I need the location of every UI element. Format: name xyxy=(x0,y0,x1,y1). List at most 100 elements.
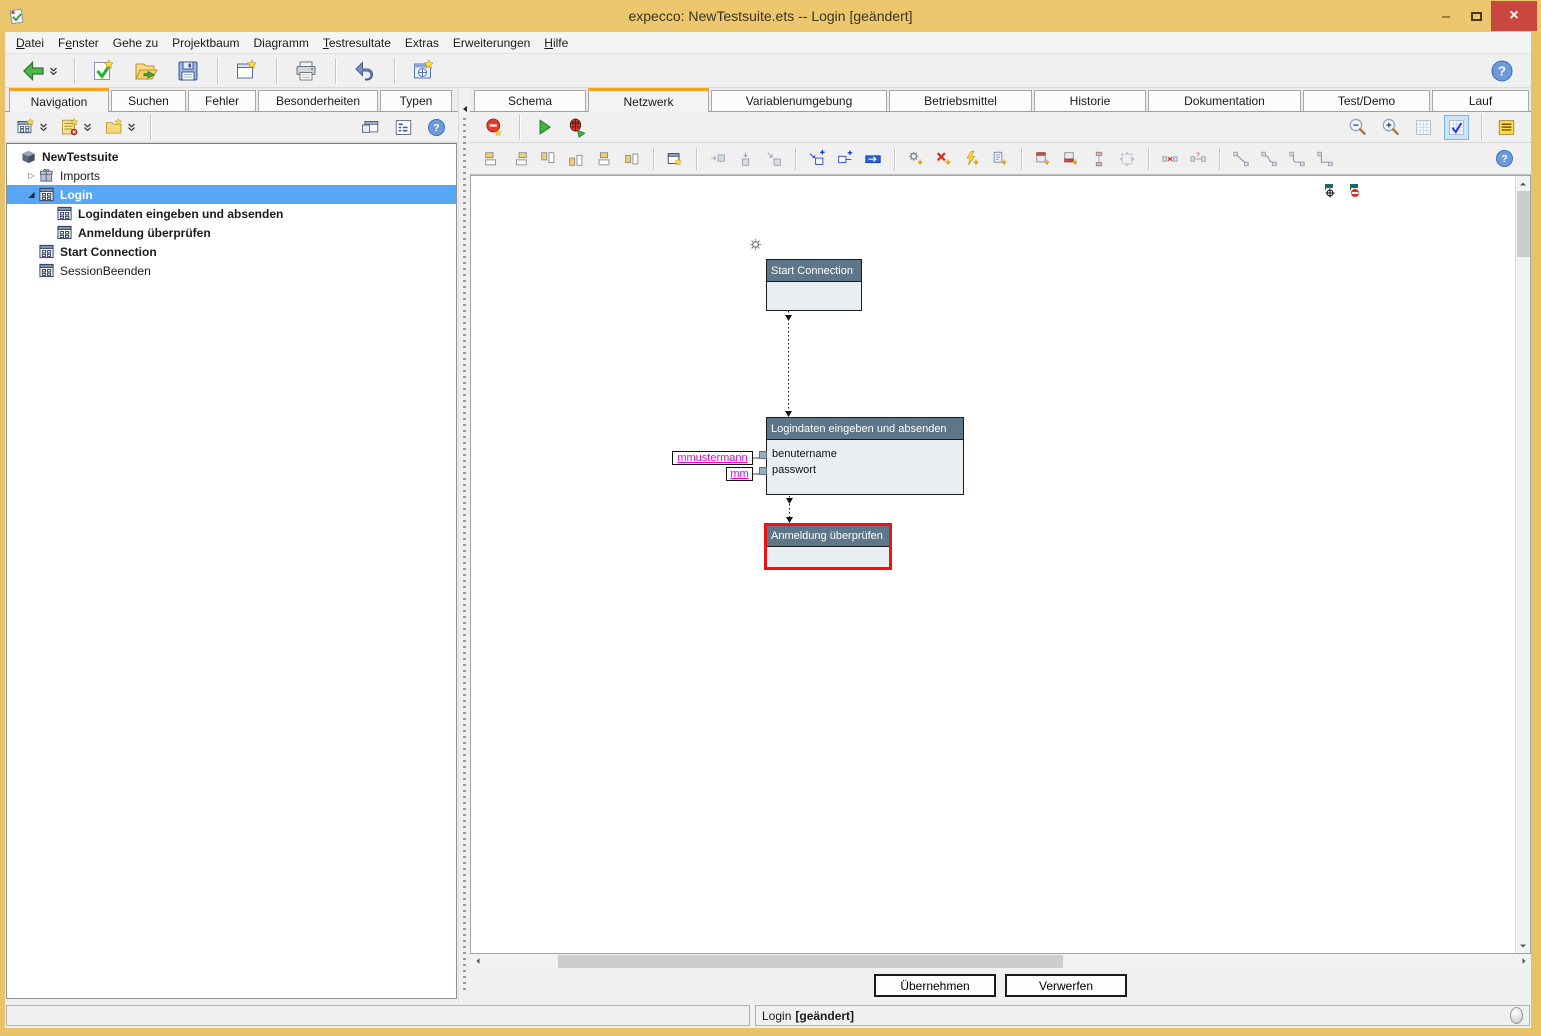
align-left-button[interactable] xyxy=(481,148,503,170)
scroll-right-icon[interactable] xyxy=(1516,954,1531,969)
pin-input-icon[interactable] xyxy=(1323,182,1337,198)
splitter-grip[interactable] xyxy=(463,118,466,993)
new-folder-button[interactable] xyxy=(102,115,138,140)
tab-besonderheiten[interactable]: Besonderheiten xyxy=(258,90,378,111)
tab-fehler[interactable]: Fehler xyxy=(188,90,256,111)
pin-top-button[interactable] xyxy=(1032,148,1054,170)
node-anmeldung[interactable]: Anmeldung überprüfen xyxy=(764,523,892,570)
add-input-pin-button[interactable] xyxy=(806,148,828,170)
menu-hilfe[interactable]: Hilfe xyxy=(537,33,575,53)
network-canvas[interactable]: Start Connection Logindaten eingeben und… xyxy=(471,176,1515,953)
tree-item-sessionbeenden[interactable]: SessionBeenden xyxy=(7,261,456,280)
tab-test-demo[interactable]: Test/Demo xyxy=(1303,90,1430,111)
add-resource-button[interactable] xyxy=(989,148,1011,170)
maximize-button[interactable] xyxy=(1461,2,1491,30)
add-output-pin-button[interactable] xyxy=(834,148,856,170)
panel-splitter[interactable] xyxy=(458,88,470,1003)
pin-bottom-button[interactable] xyxy=(1060,148,1082,170)
align-top-button[interactable] xyxy=(537,148,559,170)
node-logindaten[interactable]: Logindaten eingeben und absenden benuter… xyxy=(766,417,964,495)
pin-output-icon[interactable] xyxy=(1348,182,1362,198)
tab-dokumentation[interactable]: Dokumentation xyxy=(1148,90,1301,111)
tab-navigation[interactable]: Navigation xyxy=(9,88,109,112)
apply-button[interactable]: Übernehmen xyxy=(874,974,996,997)
print-button[interactable] xyxy=(291,56,321,86)
vertical-scrollbar[interactable] xyxy=(1515,176,1530,953)
new-window-button[interactable] xyxy=(232,56,262,86)
tab-netzwerk[interactable]: Netzwerk xyxy=(588,88,709,112)
node-start-connection[interactable]: Start Connection xyxy=(766,259,862,311)
tree-item-login[interactable]: ◢Login xyxy=(7,185,456,204)
scroll-thumb[interactable] xyxy=(1517,191,1530,257)
pin-value-passwort[interactable]: mm xyxy=(726,467,753,481)
add-action-button[interactable] xyxy=(905,148,927,170)
tab-suchen[interactable]: Suchen xyxy=(111,90,186,111)
source-view-button[interactable] xyxy=(1494,115,1519,140)
scroll-thumb[interactable] xyxy=(558,955,1063,968)
tab-schema[interactable]: Schema xyxy=(474,90,586,111)
tab-variablenumgebung[interactable]: Variablenumgebung xyxy=(711,90,887,111)
menu-extras[interactable]: Extras xyxy=(398,33,446,53)
scroll-left-icon[interactable] xyxy=(470,954,485,969)
remove-connection-button[interactable] xyxy=(1159,148,1181,170)
add-exception-button[interactable] xyxy=(961,148,983,170)
breakpoints-button[interactable] xyxy=(482,115,507,140)
diagram-help-button[interactable]: ? xyxy=(1492,146,1517,171)
tab-lauf[interactable]: Lauf xyxy=(1432,90,1529,111)
conn-rounded-button[interactable] xyxy=(1286,148,1308,170)
new-action-button[interactable] xyxy=(58,115,94,140)
insert-input-button[interactable] xyxy=(707,148,729,170)
conn-orthogonal-button[interactable] xyxy=(1314,148,1336,170)
conn-direct-button[interactable] xyxy=(1230,148,1252,170)
snap-grid-button[interactable] xyxy=(1444,115,1469,140)
add-inline-value-button[interactable] xyxy=(862,148,884,170)
input-pin[interactable] xyxy=(759,451,767,459)
menu-gehe-zu[interactable]: Gehe zu xyxy=(106,33,165,53)
new-testsuite-button[interactable] xyxy=(89,56,119,86)
tree-item-logindaten-eingeben-und-absenden[interactable]: Logindaten eingeben und absenden xyxy=(7,204,456,223)
debug-button[interactable] xyxy=(565,115,590,140)
remove-action-button[interactable] xyxy=(933,148,955,170)
align-right-button[interactable] xyxy=(509,148,531,170)
tree-item-start-connection[interactable]: Start Connection xyxy=(7,242,456,261)
settings-button[interactable] xyxy=(409,56,439,86)
open-file-button[interactable] xyxy=(131,56,161,86)
pin-value-benutername[interactable]: mmustermann xyxy=(672,451,753,465)
tab-typen[interactable]: Typen xyxy=(380,90,452,111)
menu-erweiterungen[interactable]: Erweiterungen xyxy=(446,33,537,53)
tab-betriebsmittel[interactable]: Betriebsmittel xyxy=(889,90,1032,111)
new-element-button[interactable] xyxy=(664,148,686,170)
tree-item-imports[interactable]: ▷Imports xyxy=(7,166,456,185)
menu-fenster[interactable]: Fenster xyxy=(51,33,106,53)
menu-diagramm[interactable]: Diagramm xyxy=(247,33,316,53)
grid-button[interactable] xyxy=(1411,115,1436,140)
zoom-in-button[interactable] xyxy=(1378,115,1403,140)
reroute-connection-button[interactable]: ? xyxy=(1187,148,1209,170)
conn-bezier-button[interactable] xyxy=(1258,148,1280,170)
scroll-down-icon[interactable] xyxy=(1516,938,1531,953)
pin-label-benutername[interactable]: benutername xyxy=(772,446,963,462)
horizontal-scrollbar[interactable] xyxy=(470,953,1531,968)
menu-projektbaum[interactable]: Projektbaum xyxy=(165,33,246,53)
tree-item-newtestsuite[interactable]: NewTestsuite xyxy=(7,147,456,166)
expander-collapsed-icon[interactable]: ▷ xyxy=(25,171,38,180)
help-button[interactable]: ? xyxy=(424,115,449,140)
new-block-button[interactable] xyxy=(14,115,50,140)
discard-button[interactable]: Verwerfen xyxy=(1005,974,1127,997)
close-button[interactable]: × xyxy=(1491,1,1537,31)
menu-datei[interactable]: Datei xyxy=(9,33,51,53)
tree-list-button[interactable] xyxy=(391,115,416,140)
pin-label-passwort[interactable]: passwort xyxy=(772,462,963,478)
save-button[interactable] xyxy=(173,56,203,86)
tab-historie[interactable]: Historie xyxy=(1034,90,1146,111)
align-bottom-button[interactable] xyxy=(565,148,587,170)
insert-output-button[interactable] xyxy=(763,148,785,170)
project-tree[interactable]: NewTestsuite▷Imports◢LoginLogindaten ein… xyxy=(6,143,457,999)
zoom-out-button[interactable] xyxy=(1345,115,1370,140)
scroll-up-icon[interactable] xyxy=(1516,176,1531,191)
undo-button[interactable] xyxy=(350,56,380,86)
float-window-button[interactable] xyxy=(358,115,383,140)
menu-testresultate[interactable]: Testresultate xyxy=(316,33,398,53)
tree-item-anmeldung-überprüfen[interactable]: Anmeldung überprüfen xyxy=(7,223,456,242)
expander-expanded-icon[interactable]: ◢ xyxy=(25,190,38,199)
